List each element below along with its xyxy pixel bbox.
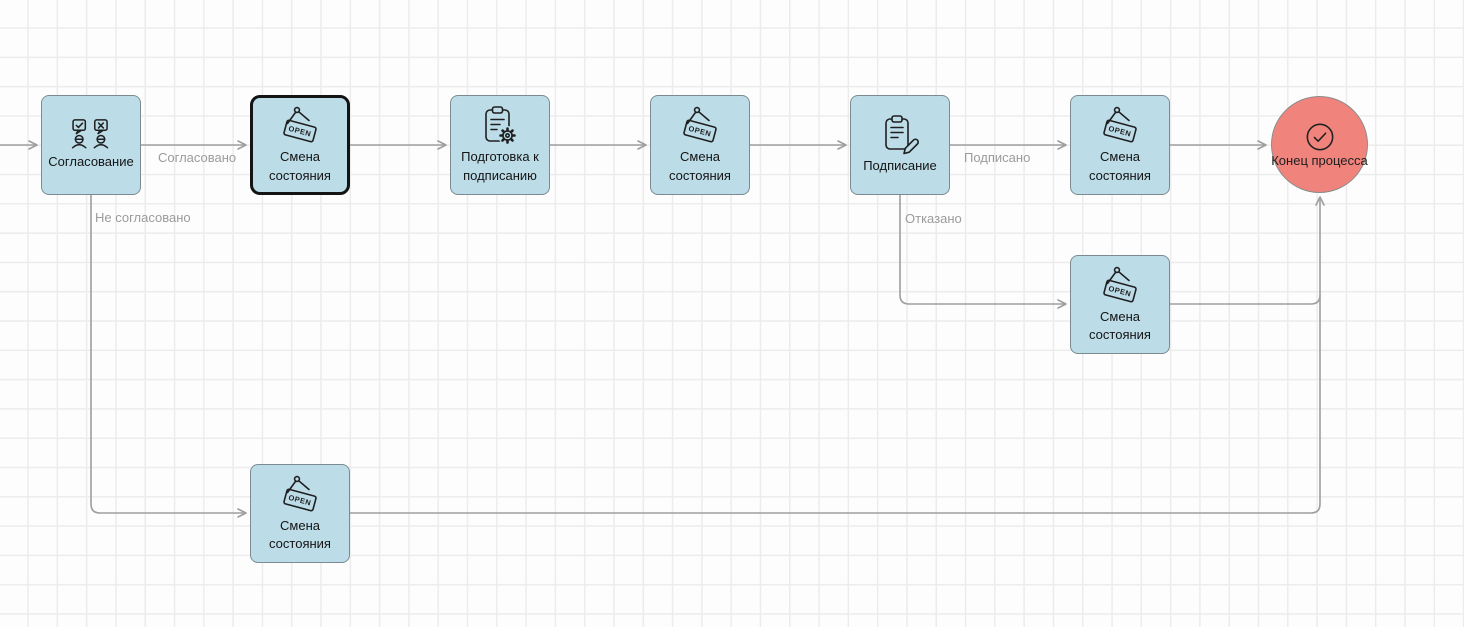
node-signing[interactable]: Подписание xyxy=(850,95,950,195)
node-state-change-1[interactable]: OPEN Смена состояния xyxy=(250,95,350,195)
node-state-change-3[interactable]: OPEN Смена состояния xyxy=(1070,95,1170,195)
node-label: Смена состояния xyxy=(254,517,346,554)
node-label: Смена состояния xyxy=(654,148,746,185)
clipboard-gear-icon xyxy=(478,105,522,147)
edge-label-rejected[interactable]: Отказано xyxy=(905,211,962,226)
edge-state-change-5-to-end[interactable] xyxy=(350,197,1320,513)
node-state-change-2[interactable]: OPEN Смена состояния xyxy=(650,95,750,195)
edge-state-change-4-to-end[interactable] xyxy=(1170,295,1320,304)
node-label: Смена состояния xyxy=(1074,148,1166,185)
approval-people-icon xyxy=(70,118,112,152)
edge-label-not-approved[interactable]: Не согласовано xyxy=(95,210,191,225)
open-sign-icon: OPEN xyxy=(1098,105,1142,147)
edge-approval-to-state-change-5[interactable] xyxy=(91,195,246,513)
node-label: Подготовка к подписанию xyxy=(454,148,546,185)
node-approval[interactable]: Согласование xyxy=(41,95,141,195)
node-label: Смена состояния xyxy=(256,148,344,185)
edge-label-signed[interactable]: Подписано xyxy=(964,150,1030,165)
node-state-change-4[interactable]: OPEN Смена состояния xyxy=(1070,255,1170,354)
open-sign-icon: OPEN xyxy=(678,105,722,147)
clipboard-pen-icon xyxy=(878,114,922,156)
node-state-change-5[interactable]: OPEN Смена состояния xyxy=(250,464,350,563)
node-preparation[interactable]: Подготовка к подписанию xyxy=(450,95,550,195)
node-label: Смена состояния xyxy=(1074,308,1166,345)
node-label: Согласование xyxy=(48,153,133,172)
edge-label-approved[interactable]: Согласовано xyxy=(158,150,236,165)
open-sign-icon: OPEN xyxy=(278,474,322,516)
node-label: Подписание xyxy=(863,157,937,176)
node-end[interactable]: Конец процесса xyxy=(1271,96,1368,193)
check-circle-icon xyxy=(1305,122,1335,152)
open-sign-icon: OPEN xyxy=(1098,265,1142,307)
open-sign-icon: OPEN xyxy=(278,105,322,147)
workflow-canvas[interactable]: Согласовано Не согласовано Подписано Отк… xyxy=(0,0,1464,627)
node-label: Конец процесса xyxy=(1271,153,1368,168)
